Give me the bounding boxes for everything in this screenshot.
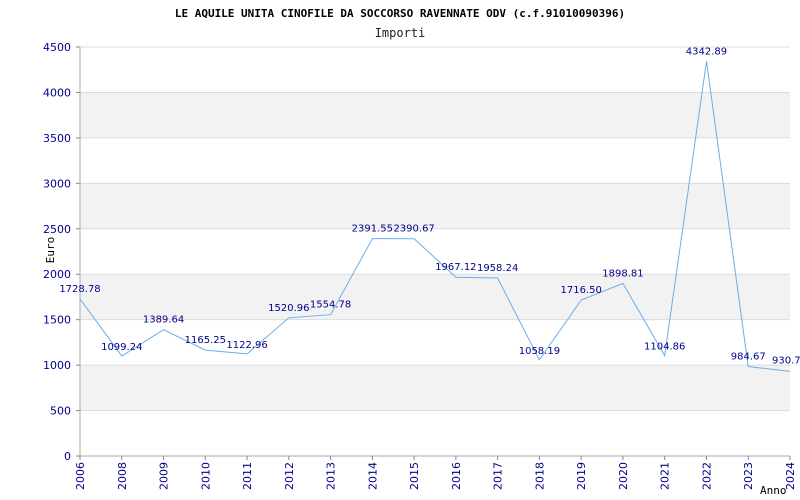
x-tick-labels: 2006 2008 2009 2010 2011 2012 2013 2014 2015 2016…	[74, 462, 797, 490]
y-tick-label: 1500	[43, 314, 71, 327]
x-tick-label: 2023	[742, 462, 755, 490]
data-label: 984.67	[731, 352, 766, 363]
x-axis-label: Anno	[760, 484, 787, 497]
y-tick-label: 500	[50, 405, 71, 418]
y-tick-label: 2500	[43, 223, 71, 236]
grid-bands	[80, 92, 790, 411]
data-label: 4342.89	[686, 46, 727, 57]
y-tick-label: 0	[64, 450, 71, 463]
grid-band	[80, 365, 790, 411]
y-tick-label: 4000	[43, 86, 71, 99]
data-label: 1898.81	[602, 268, 643, 279]
data-label: 1967.12	[435, 262, 476, 273]
x-tick-label: 2008	[116, 462, 129, 490]
x-tick-label: 2012	[283, 462, 296, 490]
chart-subtitle: Importi	[375, 26, 426, 40]
x-tick-label: 2021	[659, 462, 672, 490]
y-tick-label: 4500	[43, 41, 71, 54]
data-label: 930.7	[772, 355, 800, 366]
data-label: 1554.78	[310, 300, 351, 311]
x-tick-label: 2013	[325, 462, 338, 490]
data-label: 1958.24	[477, 263, 518, 274]
data-label: 2391.55	[352, 224, 393, 235]
data-label: 1058.19	[519, 346, 560, 357]
x-tick-label: 2014	[366, 462, 379, 490]
x-tick-label: 2015	[408, 462, 421, 490]
y-axis-label: Euro	[44, 237, 57, 264]
y-tick-label: 1000	[43, 359, 71, 372]
x-tick-label: 2020	[617, 462, 630, 490]
chart-title: LE AQUILE UNITA CINOFILE DA SOCCORSO RAV…	[175, 7, 625, 20]
data-label: 1728.78	[59, 284, 100, 295]
x-tick-label: 2016	[450, 462, 463, 490]
x-tick-label: 2022	[700, 462, 713, 490]
x-tick-label: 2017	[492, 462, 505, 490]
grid-band	[80, 92, 790, 138]
data-label: 1716.50	[560, 285, 601, 296]
data-label: 1099.24	[101, 342, 142, 353]
data-label: 2390.67	[393, 224, 434, 235]
x-tick-label: 2011	[241, 462, 254, 490]
y-tick-label: 3000	[43, 177, 71, 190]
x-tick-label: 2006	[74, 462, 87, 490]
y-tick-label: 2000	[43, 268, 71, 281]
data-label: 1122.96	[226, 340, 267, 351]
y-tick-label: 3500	[43, 132, 71, 145]
x-tick-label: 2009	[158, 462, 171, 490]
data-label: 1520.96	[268, 303, 309, 314]
x-tick-label: 2010	[199, 462, 212, 490]
grid-band	[80, 274, 790, 320]
x-tick-label: 2018	[533, 462, 546, 490]
data-label: 1165.25	[185, 335, 226, 346]
line-chart: LE AQUILE UNITA CINOFILE DA SOCCORSO RAV…	[43, 7, 800, 497]
data-label: 1389.64	[143, 315, 184, 326]
data-label: 1104.86	[644, 342, 685, 353]
x-tick-label: 2019	[575, 462, 588, 490]
